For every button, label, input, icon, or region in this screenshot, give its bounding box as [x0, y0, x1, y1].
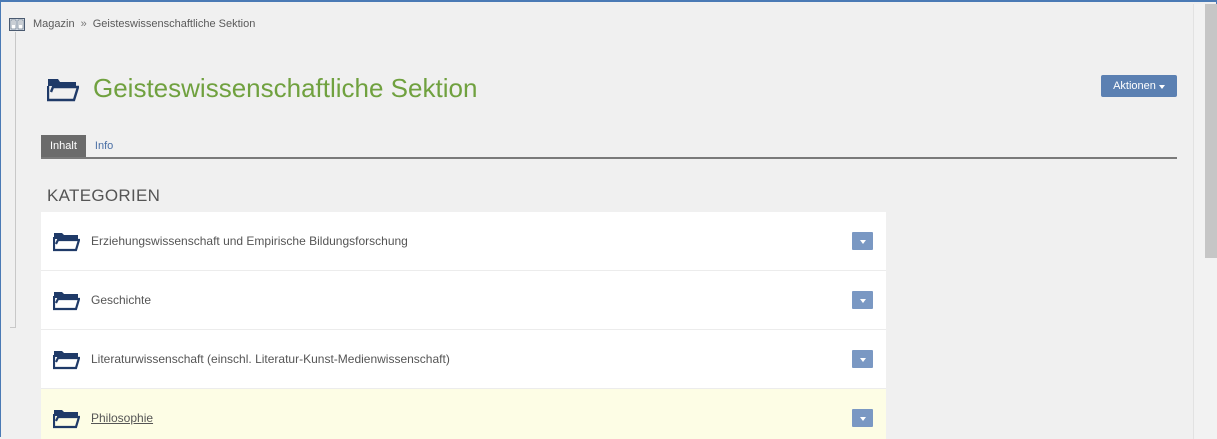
caret-down-icon	[859, 239, 866, 244]
app-frame: Magazin » Geisteswissenschaftliche Sekti…	[0, 0, 1217, 439]
folder-open-icon	[53, 291, 80, 310]
breadcrumb-item-magazin[interactable]: Magazin	[33, 18, 75, 30]
row-options-button[interactable]	[852, 291, 873, 309]
caret-down-icon	[859, 357, 866, 362]
book-icon	[9, 17, 25, 31]
folder-open-icon	[53, 409, 80, 428]
actions-label: Aktionen	[1113, 80, 1156, 92]
category-label[interactable]: Erziehungswissenschaft und Empirische Bi…	[91, 234, 408, 248]
tab-bar: Inhalt Info	[41, 135, 1177, 159]
tree-guide-line	[15, 32, 16, 328]
breadcrumb-item-current[interactable]: Geisteswissenschaftliche Sektion	[93, 18, 256, 30]
category-label[interactable]: Philosophie	[91, 411, 153, 425]
page-header: Geisteswissenschaftliche Sektion	[47, 73, 477, 104]
tree-guide-foot	[10, 327, 16, 328]
caret-down-icon	[1158, 84, 1165, 89]
section-heading: KATEGORIEN	[47, 186, 161, 205]
page-title: Geisteswissenschaftliche Sektion	[93, 73, 478, 103]
category-row[interactable]: Geschichte	[41, 271, 886, 330]
category-list: Erziehungswissenschaft und Empirische Bi…	[41, 212, 886, 439]
scrollbar-thumb[interactable]	[1205, 4, 1217, 258]
category-row-highlighted[interactable]: Philosophie	[41, 389, 886, 439]
row-options-button[interactable]	[852, 232, 873, 250]
breadcrumb-separator: »	[80, 18, 87, 30]
caret-down-icon	[859, 416, 866, 421]
folder-open-icon	[47, 78, 79, 101]
category-label[interactable]: Literaturwissenschaft (einschl. Literatu…	[91, 352, 450, 366]
tab-info[interactable]: Info	[86, 135, 122, 157]
category-row[interactable]: Literaturwissenschaft (einschl. Literatu…	[41, 330, 886, 389]
caret-down-icon	[859, 298, 866, 303]
folder-open-icon	[53, 350, 80, 369]
category-label[interactable]: Geschichte	[91, 293, 151, 307]
actions-dropdown-button[interactable]: Aktionen	[1101, 75, 1177, 97]
row-options-button[interactable]	[852, 409, 873, 427]
folder-open-icon	[53, 232, 80, 251]
tab-inhalt[interactable]: Inhalt	[41, 135, 86, 157]
row-options-button[interactable]	[852, 350, 873, 368]
breadcrumb: Magazin » Geisteswissenschaftliche Sekti…	[9, 14, 255, 34]
category-row[interactable]: Erziehungswissenschaft und Empirische Bi…	[41, 212, 886, 271]
